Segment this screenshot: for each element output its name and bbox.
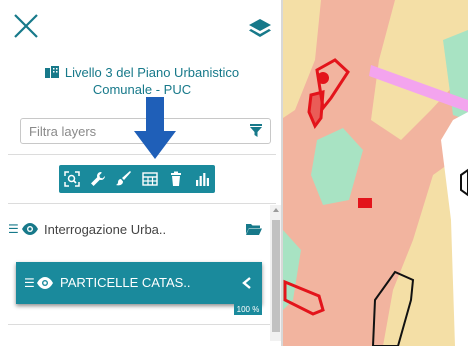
filter-icon[interactable]	[249, 124, 263, 138]
layer-item-selected[interactable]: ☰ PARTICELLE CATAS..	[16, 262, 262, 304]
visibility-eye-icon[interactable]	[22, 223, 38, 235]
layers-panel: Livello 3 del Piano Urbanistico Comunale…	[0, 0, 283, 346]
remove-layer-button[interactable]	[163, 165, 189, 193]
layers-icon[interactable]	[248, 17, 272, 41]
building-icon	[44, 66, 59, 78]
attribute-table-button[interactable]	[137, 165, 163, 193]
map-parcel-marker[interactable]	[317, 72, 329, 84]
layer-item-label: PARTICELLE CATAS..	[60, 275, 191, 290]
folder-open-icon[interactable]	[246, 223, 262, 235]
style-button[interactable]	[111, 165, 137, 193]
chevron-left-icon[interactable]	[242, 277, 252, 289]
wrench-icon	[91, 172, 105, 186]
plan-title-line2: Comunale - PUC	[92, 82, 192, 97]
divider	[8, 324, 270, 325]
table-icon	[142, 172, 158, 186]
zoom-extent-icon	[64, 171, 80, 187]
settings-button[interactable]	[85, 165, 111, 193]
drag-handle-icon[interactable]: ☰	[24, 276, 35, 290]
map-view[interactable]	[283, 0, 468, 346]
opacity-badge: 100 %	[234, 304, 262, 315]
plan-title: Livello 3 del Piano Urbanistico Comunale…	[20, 64, 264, 98]
close-icon[interactable]	[12, 12, 40, 40]
map-parcel[interactable]	[358, 198, 372, 208]
layer-item-label: Interrogazione Urba..	[44, 221, 167, 237]
bar-chart-icon	[196, 173, 209, 186]
statistics-button[interactable]	[189, 165, 215, 193]
plan-title-line1: Livello 3 del Piano Urbanistico	[64, 65, 240, 80]
trash-icon	[171, 171, 181, 186]
annotation-down-arrow	[134, 97, 176, 159]
layer-toolbar	[59, 165, 215, 193]
layer-item[interactable]: ☰ Interrogazione Urba..	[8, 216, 266, 242]
zoom-extent-button[interactable]	[59, 165, 85, 193]
drag-handle-icon[interactable]: ☰	[8, 222, 19, 236]
paint-brush-icon	[116, 171, 131, 186]
scroll-up-arrow-icon[interactable]	[273, 208, 279, 212]
visibility-eye-icon[interactable]	[37, 277, 53, 289]
scrollbar-thumb[interactable]	[272, 220, 280, 332]
